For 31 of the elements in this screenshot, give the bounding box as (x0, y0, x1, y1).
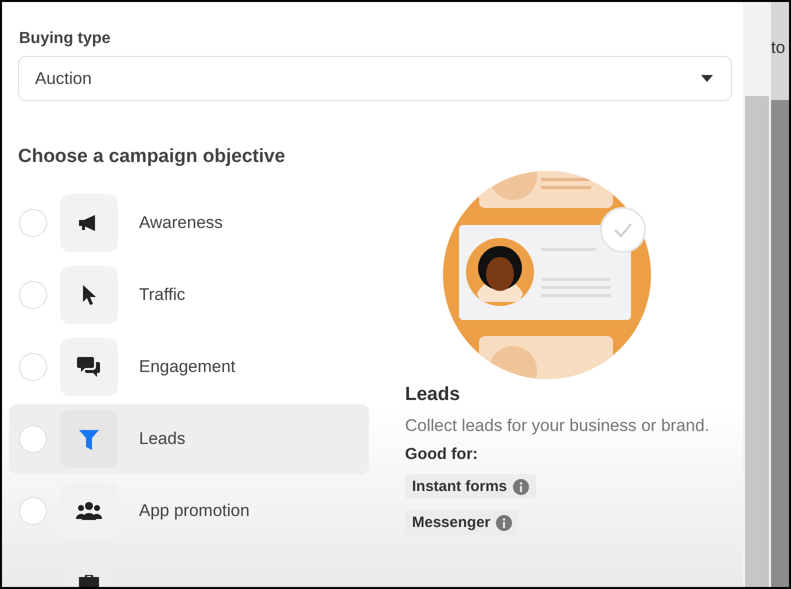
dropdown-value: Auction (35, 68, 92, 88)
objective-option[interactable]: Traffic (9, 266, 369, 324)
option-label: Awareness (139, 213, 223, 233)
tag-label: Instant forms (412, 478, 508, 495)
radio-button[interactable] (19, 353, 47, 381)
buying-type-dropdown[interactable]: Auction (18, 56, 732, 101)
tag-label: Messenger (412, 514, 490, 531)
objective-option[interactable]: Engagement (9, 338, 369, 396)
objective-option[interactable]: Leads (9, 404, 369, 474)
radio-button[interactable] (19, 497, 47, 525)
option-label: App promotion (139, 501, 250, 521)
option-label: Engagement (139, 357, 236, 377)
field-label: Buying type (19, 30, 112, 48)
radio-button[interactable] (19, 209, 47, 237)
objective-title: Leads (405, 384, 461, 406)
option-label: Traffic (139, 285, 186, 305)
radio-button[interactable] (19, 281, 47, 309)
good-for-label: Good for: (405, 446, 479, 464)
objective-option[interactable]: Awareness (9, 194, 369, 252)
scrollbar-thumb[interactable] (745, 96, 769, 587)
people-icon (75, 500, 103, 522)
section-heading: Choose a campaign objective (18, 146, 286, 168)
radio-button[interactable] (19, 425, 47, 453)
info-icon[interactable] (513, 478, 530, 494)
objective-description: Collect leads for your business or brand. (405, 416, 710, 436)
caret-icon (701, 74, 713, 82)
background-text: to (771, 2, 789, 100)
option-label: Leads (139, 429, 186, 449)
info-icon[interactable] (496, 514, 512, 530)
objective-option[interactable]: App promotion (9, 482, 369, 540)
funnel-icon (78, 427, 100, 451)
